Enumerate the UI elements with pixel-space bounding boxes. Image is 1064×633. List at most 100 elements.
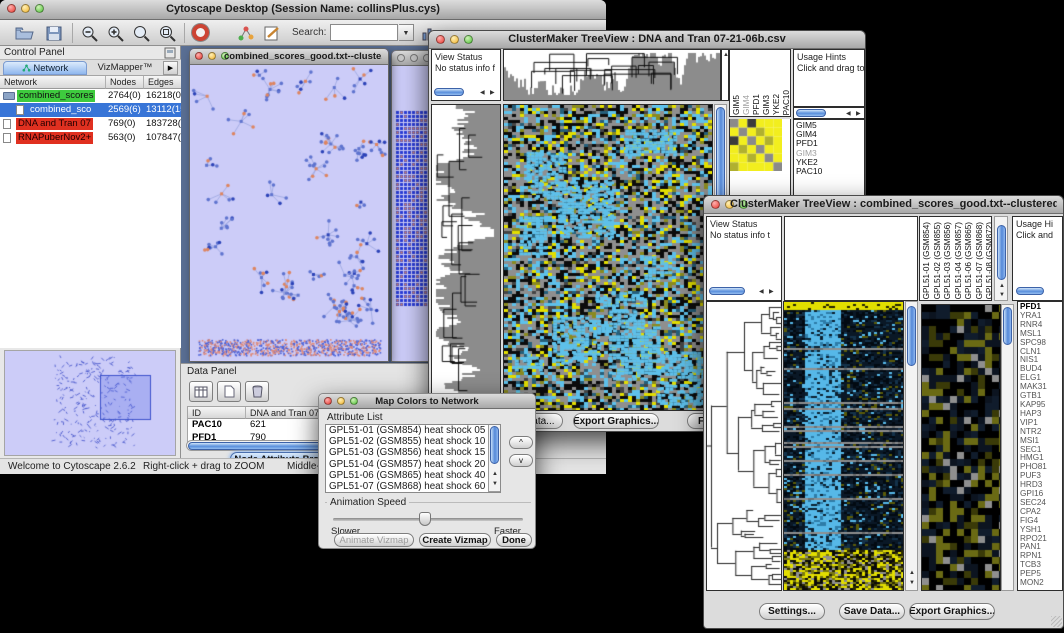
create-vizmap-button[interactable]: Create Vizmap bbox=[419, 533, 491, 547]
float-panel-icon[interactable] bbox=[164, 47, 176, 59]
tab-vizmapper[interactable]: VizMapper™ bbox=[89, 61, 161, 75]
search-input[interactable] bbox=[330, 24, 398, 41]
close-icon[interactable] bbox=[195, 52, 203, 60]
zoom-selected-icon[interactable] bbox=[132, 24, 152, 43]
scroll-right-icon[interactable]: ▶ bbox=[769, 289, 774, 295]
column-label[interactable]: GIM4 bbox=[742, 95, 751, 115]
network-row-combined-sco-selected[interactable]: combined_sco 2569(6) 13112(15) bbox=[0, 103, 181, 117]
attribute-item[interactable]: GPL51-04 (GSM857) heat shock 20 min bbox=[326, 459, 500, 470]
scrollbar-thumb[interactable] bbox=[709, 287, 745, 295]
treeview-combined-titlebar[interactable]: ClusterMaker TreeView : combined_scores_… bbox=[704, 196, 1063, 214]
scrollbar-thumb[interactable] bbox=[796, 109, 826, 117]
tab-overflow-icon[interactable]: ▶ bbox=[163, 61, 178, 75]
column-label[interactable]: PFD1 bbox=[752, 94, 761, 115]
close-icon[interactable] bbox=[436, 35, 445, 44]
search-dropdown-icon[interactable]: ▼ bbox=[399, 24, 414, 41]
network-row-combined-scores[interactable]: combined_scores 2764(0) 16218(0) bbox=[0, 89, 181, 103]
attribute-table-button[interactable] bbox=[189, 381, 213, 402]
network-row-rnapuber[interactable]: RNAPuberNov2+ 563(0) 107847(0) bbox=[0, 131, 181, 145]
move-up-button[interactable]: ^ bbox=[509, 436, 533, 449]
column-edges[interactable]: Edges bbox=[144, 76, 181, 89]
close-icon[interactable] bbox=[397, 54, 405, 62]
inner-titlebar[interactable]: combined_scores_good.txt--cluste... bbox=[190, 49, 388, 65]
delete-attribute-button[interactable] bbox=[245, 381, 269, 402]
window-controls[interactable] bbox=[7, 4, 44, 13]
network-graph-canvas[interactable] bbox=[190, 65, 388, 361]
column-nodes[interactable]: Nodes bbox=[106, 76, 144, 89]
scrollbar-thumb[interactable] bbox=[997, 225, 1006, 280]
window-controls[interactable] bbox=[324, 397, 358, 405]
scroll-left-icon[interactable]: ◀ bbox=[846, 111, 851, 117]
attribute-item[interactable]: GPL51-07 (GSM868) heat shock 60 min bbox=[326, 481, 500, 492]
column-label[interactable]: YKE2 bbox=[772, 94, 781, 115]
zoom-window-icon[interactable] bbox=[350, 397, 358, 405]
row-dendrogram-canvas[interactable] bbox=[432, 105, 500, 410]
column-label[interactable]: PAC10 bbox=[782, 90, 791, 115]
zoom-heatmap-canvas[interactable] bbox=[922, 305, 1000, 590]
minimize-icon[interactable] bbox=[450, 35, 459, 44]
scroll-up-icon[interactable]: ▲ bbox=[492, 471, 498, 477]
annotation-icon[interactable] bbox=[262, 24, 282, 43]
save-icon[interactable] bbox=[44, 24, 64, 43]
column-label[interactable]: GPL51-07 (GSM868) bbox=[975, 222, 984, 299]
column-label[interactable]: GPL51-08 (GSM872) bbox=[985, 222, 992, 299]
save-data-button[interactable]: Save Data... bbox=[839, 603, 905, 620]
close-icon[interactable] bbox=[711, 200, 720, 209]
scrollbar-thumb[interactable] bbox=[907, 306, 916, 366]
scroll-up-icon[interactable]: ▲ bbox=[909, 570, 915, 576]
scroll-left-icon[interactable]: ◀ bbox=[480, 90, 485, 96]
minimize-icon[interactable] bbox=[21, 4, 30, 13]
scrollbar-thumb[interactable] bbox=[434, 88, 464, 96]
scroll-right-icon[interactable]: ▶ bbox=[490, 90, 495, 96]
export-graphics-button[interactable]: Export Graphics... bbox=[573, 413, 659, 429]
open-folder-icon[interactable] bbox=[14, 24, 34, 43]
attribute-item[interactable]: GPL51-03 (GSM856) heat shock 15 min bbox=[326, 447, 500, 458]
treeview-dna-titlebar[interactable]: ClusterMaker TreeView : DNA and Tran 07-… bbox=[429, 31, 865, 49]
column-label[interactable]: GIM5 bbox=[732, 95, 741, 115]
scrollbar-thumb[interactable] bbox=[490, 426, 499, 464]
dialog-titlebar[interactable]: Map Colors to Network bbox=[319, 394, 535, 409]
close-icon[interactable] bbox=[7, 4, 16, 13]
scroll-down-icon[interactable]: ▼ bbox=[909, 580, 915, 586]
zoom-out-icon[interactable] bbox=[80, 24, 100, 43]
column-label[interactable]: GPL51-06 (GSM865) bbox=[964, 222, 973, 299]
scrollbar-thumb[interactable] bbox=[1003, 307, 1012, 345]
slider-thumb[interactable] bbox=[419, 512, 431, 526]
network-diagram-icon[interactable] bbox=[236, 24, 256, 43]
column-label[interactable]: GPL51-03 (GSM856) bbox=[943, 222, 952, 299]
main-titlebar[interactable]: Cytoscape Desktop (Session Name: collins… bbox=[0, 0, 606, 20]
column-label[interactable]: GPL51-02 (GSM855) bbox=[933, 222, 942, 299]
column-label[interactable]: GPL51-01 (GSM854) bbox=[922, 222, 931, 299]
help-lifering-icon[interactable] bbox=[192, 24, 209, 41]
column-dendrogram-panel[interactable] bbox=[784, 216, 918, 301]
heatmap-canvas[interactable] bbox=[504, 105, 712, 410]
scrollbar-thumb[interactable] bbox=[1016, 287, 1044, 295]
new-attribute-button[interactable] bbox=[217, 381, 241, 402]
correlation-matrix-canvas[interactable] bbox=[730, 119, 782, 171]
export-graphics-button[interactable]: Export Graphics... bbox=[909, 603, 995, 620]
column-label[interactable]: GIM3 bbox=[762, 95, 771, 115]
settings-button[interactable]: Settings... bbox=[759, 603, 825, 620]
animate-vizmap-button[interactable]: Animate Vizmap bbox=[334, 533, 414, 547]
done-button[interactable]: Done bbox=[496, 533, 532, 547]
network-overview-canvas[interactable] bbox=[5, 351, 175, 455]
tab-network[interactable]: Network bbox=[3, 61, 87, 75]
gene-list-item[interactable]: PAC10 bbox=[794, 167, 864, 176]
column-network[interactable]: Network bbox=[0, 76, 106, 89]
move-down-button[interactable]: v bbox=[509, 454, 533, 467]
heatmap-canvas[interactable] bbox=[784, 302, 903, 590]
zoom-fit-icon[interactable] bbox=[158, 24, 178, 43]
minimize-icon[interactable] bbox=[337, 397, 345, 405]
window-controls[interactable] bbox=[436, 35, 473, 44]
column-dendrogram-canvas[interactable] bbox=[504, 50, 720, 100]
attribute-item[interactable]: GPL51-06 (GSM865) heat shock 40 min bbox=[326, 470, 500, 481]
minimize-icon[interactable] bbox=[208, 52, 216, 60]
attribute-item[interactable]: GPL51-02 (GSM855) heat shock 10 min bbox=[326, 436, 500, 447]
resize-grip[interactable] bbox=[1051, 616, 1062, 627]
scroll-down-icon[interactable]: ▼ bbox=[999, 292, 1005, 298]
window-controls[interactable] bbox=[397, 54, 431, 62]
column-label[interactable]: GPL51-04 (GSM857) bbox=[954, 222, 963, 299]
minimize-icon[interactable] bbox=[410, 54, 418, 62]
scroll-up-icon[interactable]: ▲ bbox=[999, 283, 1005, 289]
scroll-down-icon[interactable]: ▼ bbox=[492, 481, 498, 487]
